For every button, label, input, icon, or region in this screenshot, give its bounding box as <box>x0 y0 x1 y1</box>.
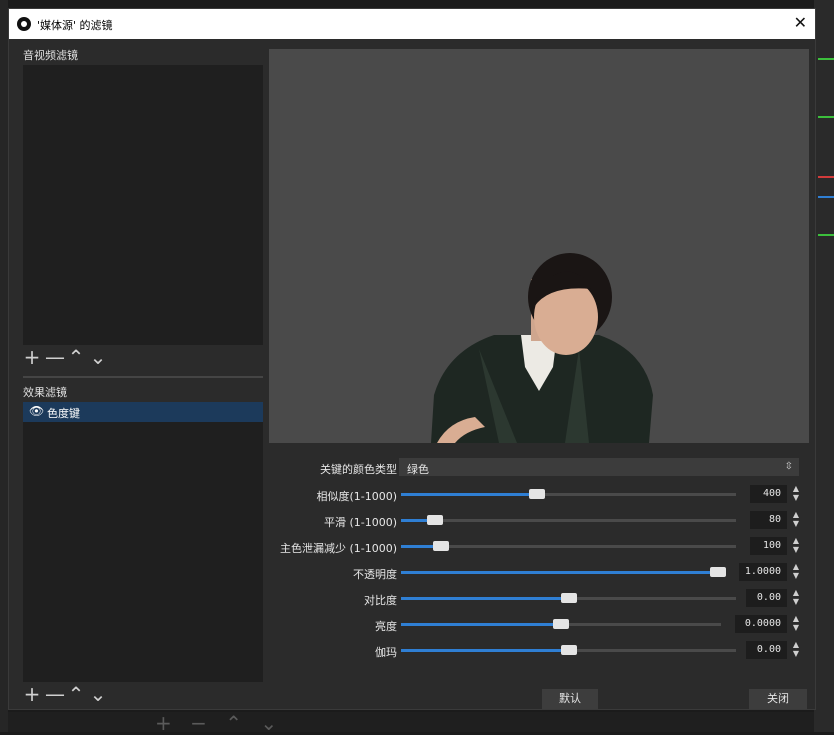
spin-arrows-icon[interactable]: ▲ ▼ <box>789 588 803 608</box>
av-filters-label: 音视频滤镜 <box>23 49 78 62</box>
value-spinbox[interactable]: 0.0000 <box>735 615 787 633</box>
slider-handle[interactable] <box>433 541 449 551</box>
spinbox-value: 400 <box>762 488 781 499</box>
slider-handle[interactable] <box>561 593 577 603</box>
close-button[interactable]: 关闭 <box>749 689 807 709</box>
effect-filters-label: 效果滤镜 <box>23 386 67 399</box>
filter-preview <box>269 49 809 443</box>
background-toolbar-icons: + − ⌃ ⌄ <box>155 711 284 735</box>
close-window-button[interactable]: ✕ <box>794 13 807 32</box>
window-title: '媒体源' 的滤镜 <box>37 19 113 32</box>
background-app-bottom <box>8 712 814 732</box>
spin-arrows-icon[interactable]: ▲ ▼ <box>789 640 803 660</box>
eye-icon[interactable]: 👁 <box>29 404 44 418</box>
audio-meter-mark <box>818 58 834 60</box>
value-spinbox[interactable]: 0.00 <box>746 641 787 659</box>
title-bar: '媒体源' 的滤镜 ✕ <box>9 9 815 39</box>
slider-label: 主色泄漏减少 (1-1000) <box>279 542 397 555</box>
spin-arrows-icon[interactable]: ▲ ▼ <box>789 484 803 504</box>
slider-label: 伽玛 <box>375 646 397 659</box>
remove-filter-button[interactable]: — <box>45 682 67 706</box>
slider-label: 不透明度 <box>353 568 397 581</box>
remove-filter-button[interactable]: — <box>45 345 67 369</box>
slider-row: 不透明度 1.0000 ▲ ▼ <box>269 562 809 582</box>
move-down-button[interactable]: ⌄ <box>89 345 111 369</box>
slider-track[interactable] <box>401 593 736 603</box>
effect-filters-list: 👁 色度键 <box>23 402 263 682</box>
spinbox-value: 0.00 <box>756 592 781 603</box>
slider-fill <box>401 519 427 522</box>
slider-label: 亮度 <box>375 620 397 633</box>
spinbox-value: 1.0000 <box>744 566 781 577</box>
add-filter-button[interactable]: + <box>23 345 45 369</box>
move-up-button[interactable]: ⌃ <box>67 682 89 706</box>
move-up-button[interactable]: ⌃ <box>67 345 89 369</box>
slider-row: 对比度 0.00 ▲ ▼ <box>269 588 809 608</box>
key-color-type-value: 绿色 <box>407 463 429 476</box>
slider-track[interactable] <box>401 645 736 655</box>
audio-meter-mark <box>818 176 834 178</box>
slider-label: 平滑 (1-1000) <box>323 516 397 529</box>
app-logo-icon <box>17 17 31 31</box>
av-filters-list[interactable] <box>23 65 263 345</box>
slider-handle[interactable] <box>553 619 569 629</box>
filters-dialog: '媒体源' 的滤镜 ✕ 音视频滤镜 +—⌃⌄ 效果滤镜 👁 色度键 +—⌃⌄ 关… <box>8 8 816 710</box>
audio-meter-mark <box>818 196 834 198</box>
spinbox-value: 0.0000 <box>744 618 781 629</box>
spin-arrows-icon[interactable]: ▲ ▼ <box>789 536 803 556</box>
slider-label: 对比度 <box>364 594 397 607</box>
spin-arrows-icon[interactable]: ▲ ▼ <box>789 614 803 634</box>
slider-fill <box>401 571 710 574</box>
preview-image <box>431 253 653 443</box>
key-color-type-row: 关键的颜色类型 绿色 ⇳ <box>269 457 809 477</box>
slider-handle[interactable] <box>561 645 577 655</box>
slider-row: 伽玛 0.00 ▲ ▼ <box>269 640 809 660</box>
list-item[interactable]: 👁 色度键 <box>23 402 263 422</box>
section-divider <box>23 376 263 378</box>
slider-row: 亮度 0.0000 ▲ ▼ <box>269 614 809 634</box>
slider-fill <box>401 545 433 548</box>
slider-handle[interactable] <box>529 489 545 499</box>
slider-track[interactable] <box>401 619 721 629</box>
value-spinbox[interactable]: 1.0000 <box>739 563 787 581</box>
slider-handle[interactable] <box>710 567 726 577</box>
spin-arrows-icon[interactable]: ▲ ▼ <box>789 562 803 582</box>
value-spinbox[interactable]: 400 <box>750 485 787 503</box>
slider-handle[interactable] <box>427 515 443 525</box>
slider-fill <box>401 597 561 600</box>
slider-fill <box>401 623 553 626</box>
dropdown-arrows-icon: ⇳ <box>784 461 793 472</box>
defaults-button[interactable]: 默认 <box>542 689 598 709</box>
filter-name: 色度键 <box>47 407 80 420</box>
value-spinbox[interactable]: 80 <box>750 511 787 529</box>
spinbox-value: 80 <box>768 514 781 525</box>
spin-arrows-icon[interactable]: ▲ ▼ <box>789 510 803 530</box>
slider-fill <box>401 649 561 652</box>
slider-track[interactable] <box>401 489 736 499</box>
value-spinbox[interactable]: 0.00 <box>746 589 787 607</box>
av-filters-toolbar: +—⌃⌄ <box>23 345 111 369</box>
slider-label: 相似度(1-1000) <box>316 490 397 503</box>
background-app-left <box>0 0 8 732</box>
slider-row: 平滑 (1-1000) 80 ▲ ▼ <box>269 510 809 530</box>
value-spinbox[interactable]: 100 <box>750 537 787 555</box>
slider-row: 主色泄漏减少 (1-1000) 100 ▲ ▼ <box>269 536 809 556</box>
slider-track[interactable] <box>401 567 726 577</box>
slider-track[interactable] <box>401 515 736 525</box>
key-color-type-select[interactable]: 绿色 ⇳ <box>399 458 799 476</box>
audio-meter-mark <box>818 116 834 118</box>
slider-row: 相似度(1-1000) 400 ▲ ▼ <box>269 484 809 504</box>
audio-meter-mark <box>818 234 834 236</box>
move-down-button[interactable]: ⌄ <box>89 682 111 706</box>
add-filter-button[interactable]: + <box>23 682 45 706</box>
spinbox-value: 100 <box>762 540 781 551</box>
slider-track[interactable] <box>401 541 736 551</box>
effect-filters-toolbar: +—⌃⌄ <box>23 682 111 706</box>
key-color-type-label: 关键的颜色类型 <box>320 463 397 476</box>
slider-fill <box>401 493 529 496</box>
spinbox-value: 0.00 <box>756 644 781 655</box>
background-app-right <box>814 0 834 732</box>
